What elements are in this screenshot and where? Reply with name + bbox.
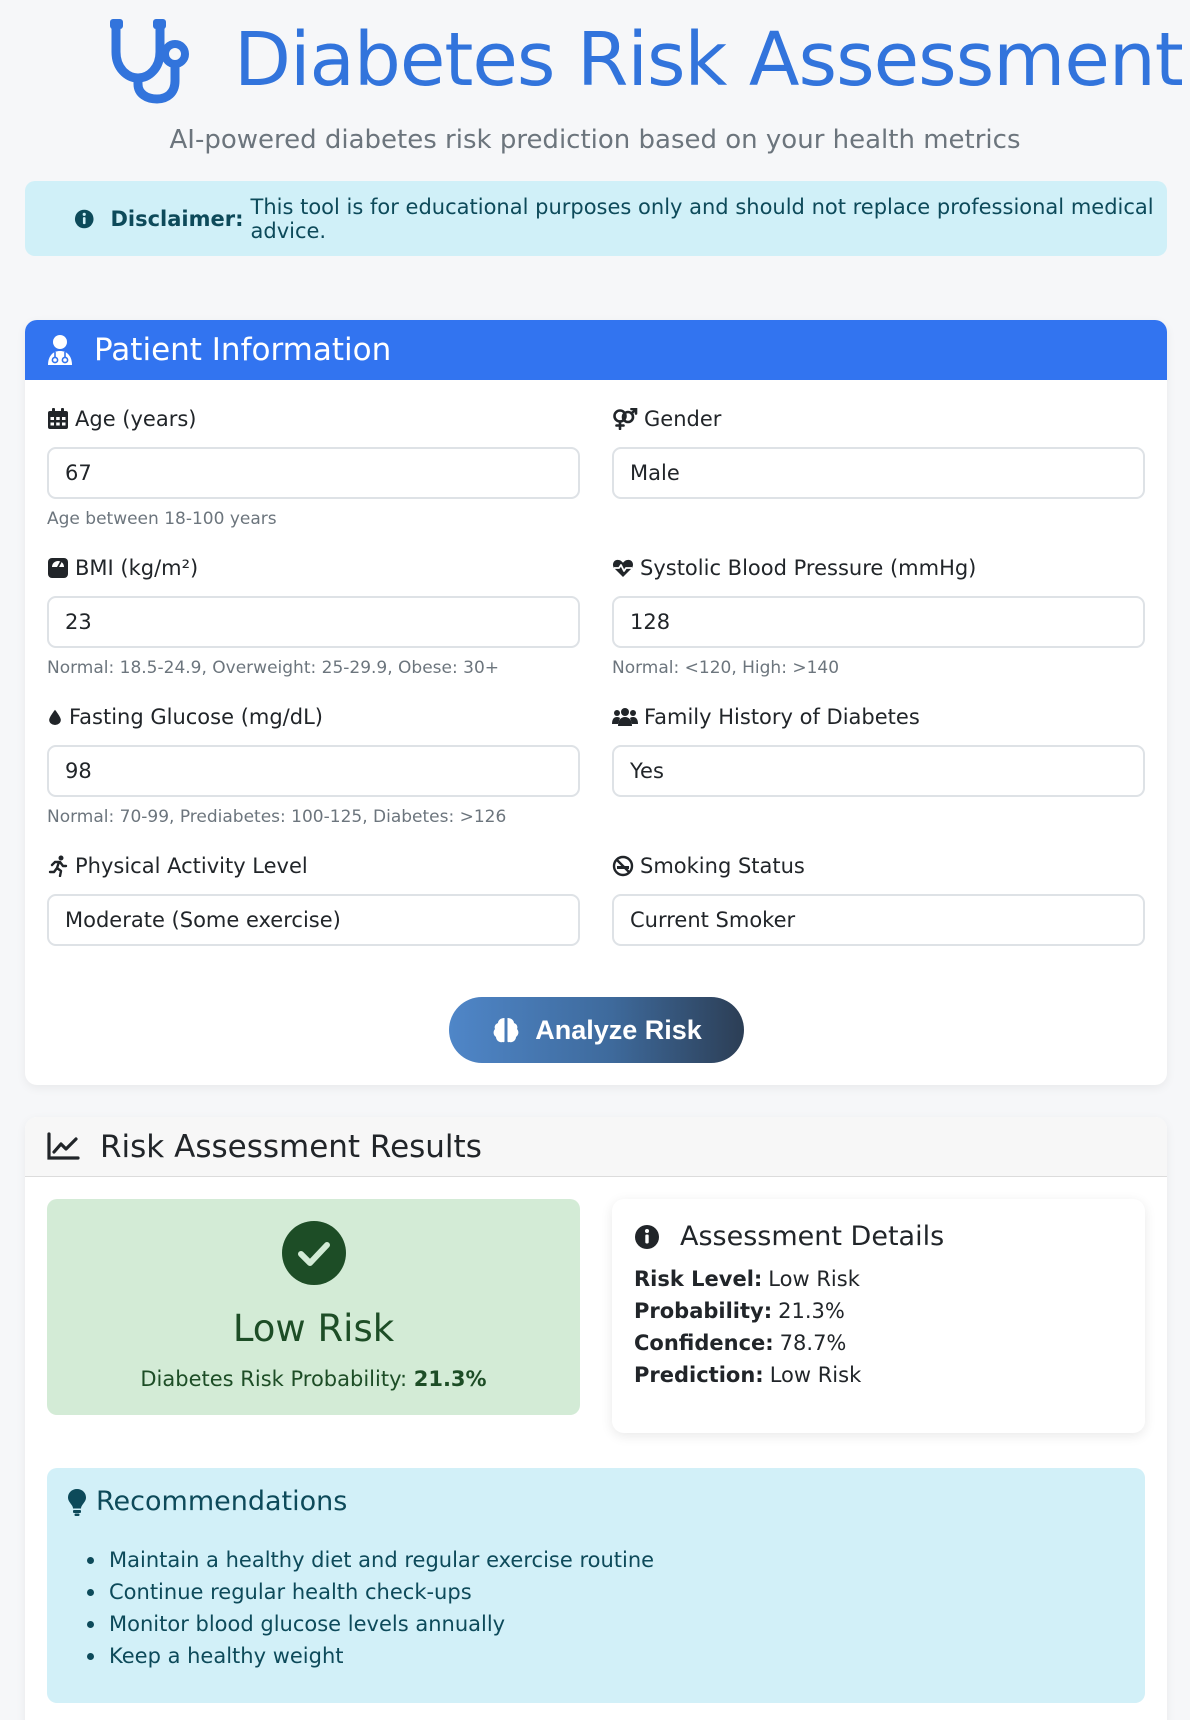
page-header: Diabetes Risk Assessment [0,10,1190,104]
detail-row-risk-level: Risk Level: Low Risk [634,1267,860,1291]
glucose-hint: Normal: 70-99, Prediabetes: 100-125, Dia… [47,807,507,827]
brain-icon [493,1018,519,1043]
risk-probability-label: Diabetes Risk Probability: [140,1367,408,1391]
glucose-label-text: Fasting Glucose (mg/dL) [69,705,323,729]
user-doctor-icon [48,335,72,365]
detail-label: Risk Level: [634,1267,763,1291]
venus-mars-icon [613,408,638,430]
weight-scale-icon [48,558,68,578]
ban-smoking-icon [612,855,634,877]
page-title: Diabetes Risk Assessment [234,17,1184,103]
detail-label: Confidence: [634,1331,774,1355]
age-label: Age (years) [47,404,580,434]
detail-value: 78.7% [779,1331,847,1355]
family-history-field: Family History of Diabetes Yes [612,702,1145,797]
smoking-field: Smoking Status Current Smoker [612,851,1145,946]
blood-pressure-label: Systolic Blood Pressure (mmHg) [612,553,1145,583]
gender-select[interactable]: Male [612,447,1145,499]
detail-row-confidence: Confidence: 78.7% [634,1331,846,1355]
bmi-field: BMI (kg/m²) 23 Normal: 18.5-24.9, Overwe… [47,553,580,682]
disclaimer-label: Disclaimer: [110,206,244,231]
results-title: Risk Assessment Results [100,1128,482,1165]
smoking-label-text: Smoking Status [640,854,805,878]
risk-summary-box: Low Risk Diabetes Risk Probability: 21.3… [47,1199,580,1415]
analyze-risk-button[interactable]: Analyze Risk [449,997,744,1063]
blood-pressure-input[interactable]: 128 [612,596,1145,648]
blood-pressure-label-text: Systolic Blood Pressure (mmHg) [640,556,977,580]
recommendation-item: Monitor blood glucose levels annually [86,1608,654,1640]
page: Diabetes Risk Assessment AI-powered diab… [0,0,1190,1720]
info-circle-icon [635,1224,659,1249]
recommendation-item: Keep a healthy weight [86,1640,654,1672]
calendar-icon [48,408,68,429]
assessment-details-card: Assessment Details Risk Level: Low Risk P… [612,1199,1145,1433]
gender-label-text: Gender [644,407,722,431]
bmi-label-text: BMI (kg/m²) [75,556,199,580]
glucose-field: Fasting Glucose (mg/dL) 98 Normal: 70-99… [47,702,580,831]
glucose-input[interactable]: 98 [47,745,580,797]
page-subtitle: AI-powered diabetes risk prediction base… [169,125,1021,155]
blood-pressure-hint: Normal: <120, High: >140 [612,658,840,678]
risk-probability: Diabetes Risk Probability: 21.3% [47,1367,580,1391]
info-circle-icon [74,209,94,228]
glucose-label: Fasting Glucose (mg/dL) [47,702,580,732]
detail-value: Low Risk [768,1267,860,1291]
recommendation-item: Maintain a healthy diet and regular exer… [86,1544,654,1576]
results-header: Risk Assessment Results [25,1117,1167,1177]
activity-select[interactable]: Moderate (Some exercise) [47,894,580,946]
assessment-details-title: Assessment Details [680,1221,945,1252]
smoking-select[interactable]: Current Smoker [612,894,1145,946]
stethoscope-icon [110,19,189,104]
age-label-text: Age (years) [75,407,197,431]
patient-information-card: Patient Information Age (years) 67 Age b… [25,320,1167,1085]
activity-field: Physical Activity Level Moderate (Some e… [47,851,580,946]
family-history-label-text: Family History of Diabetes [644,705,920,729]
heart-pulse-icon [612,559,634,577]
activity-label: Physical Activity Level [47,851,580,881]
family-history-select[interactable]: Yes [612,745,1145,797]
bmi-hint: Normal: 18.5-24.9, Overweight: 25-29.9, … [47,658,500,678]
patient-information-title: Patient Information [94,332,392,368]
running-icon [48,855,68,877]
detail-label: Prediction: [634,1363,764,1387]
detail-row-probability: Probability: 21.3% [634,1299,845,1323]
detail-label: Probability: [634,1299,773,1323]
detail-value: 21.3% [778,1299,845,1323]
recommendation-item: Continue regular health check-ups [86,1576,654,1608]
recommendations-title: Recommendations [96,1486,348,1517]
family-history-label: Family History of Diabetes [612,702,1145,732]
gender-label: Gender [612,404,1145,434]
risk-assessment-results-card: Risk Assessment Results Low Risk Diabete… [25,1117,1167,1720]
risk-level-text: Low Risk [232,1307,395,1350]
activity-label-text: Physical Activity Level [75,854,308,878]
droplet-icon [49,709,61,725]
disclaimer-text: This tool is for educational purposes on… [250,194,1154,243]
age-input[interactable]: 67 [47,447,580,499]
detail-value: Low Risk [769,1363,862,1387]
check-circle-icon [282,1221,346,1285]
bmi-input[interactable]: 23 [47,596,580,648]
bmi-label: BMI (kg/m²) [47,553,580,583]
risk-probability-value: 21.3% [413,1367,487,1391]
age-field: Age (years) 67 Age between 18-100 years [47,404,580,533]
analyze-risk-label: Analyze Risk [535,1014,702,1045]
detail-row-prediction: Prediction: Low Risk [634,1363,861,1387]
recommendations-box: Recommendations Maintain a healthy diet … [47,1468,1145,1703]
gender-field: Gender Male [612,404,1145,499]
users-icon [612,708,638,726]
assessment-details-header: Assessment Details [634,1221,944,1252]
patient-information-header: Patient Information [25,320,1167,380]
recommendations-header: Recommendations [67,1486,347,1517]
smoking-label: Smoking Status [612,851,1145,881]
disclaimer-alert: Disclaimer: This tool is for educational… [25,181,1167,256]
recommendations-list: Maintain a healthy diet and regular exer… [86,1544,654,1672]
chart-line-icon [47,1131,80,1160]
age-hint: Age between 18-100 years [47,509,277,529]
blood-pressure-field: Systolic Blood Pressure (mmHg) 128 Norma… [612,553,1145,682]
lightbulb-icon [68,1488,86,1516]
